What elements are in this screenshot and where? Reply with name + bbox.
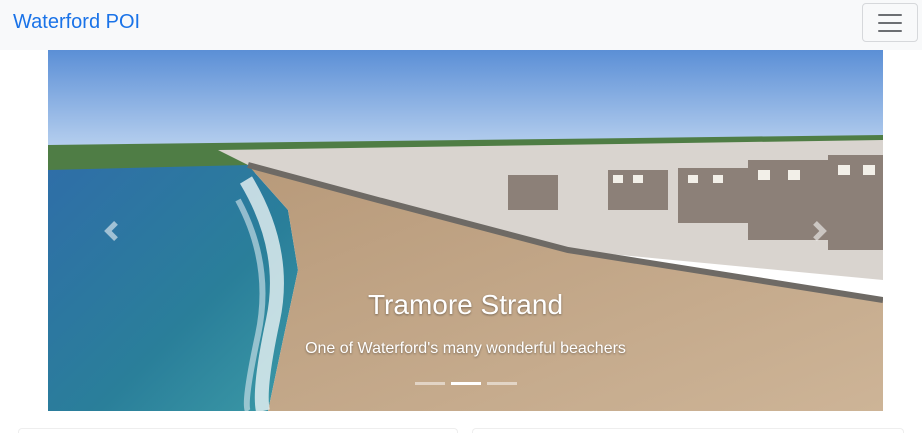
card-right [472, 428, 904, 433]
carousel-prev-button[interactable] [48, 50, 174, 411]
slide-subtitle: One of Waterford's many wonderful beache… [305, 340, 626, 357]
navbar: Waterford POI [0, 0, 922, 50]
carousel-indicator-3[interactable] [486, 382, 517, 385]
brand-link[interactable]: Waterford POI [13, 10, 140, 34]
navbar-toggle-button[interactable] [862, 3, 918, 42]
image-carousel: Tramore Strand One of Waterford's many w… [48, 50, 883, 411]
carousel-indicator-2[interactable] [450, 382, 481, 385]
carousel-indicator-1[interactable] [414, 382, 445, 385]
slide-caption: Tramore Strand One of Waterford's many w… [173, 288, 758, 361]
slide-title: Tramore Strand [367, 289, 564, 320]
hamburger-menu-icon [878, 13, 902, 16]
content-cards-area [0, 424, 922, 433]
chevron-left-icon [104, 220, 118, 241]
carousel-indicators [48, 382, 883, 385]
chevron-right-icon [813, 220, 827, 241]
card-left [18, 428, 458, 433]
carousel-next-button[interactable] [757, 50, 883, 411]
